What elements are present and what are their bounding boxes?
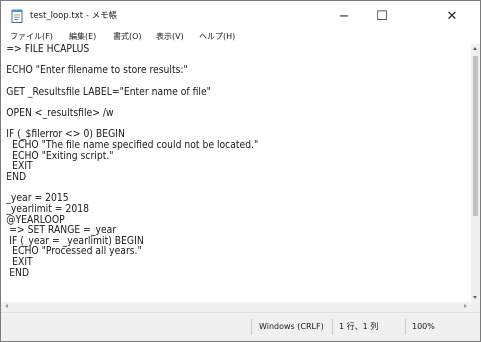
title-bar[interactable]: test_loop.txt - メモ帳 − ☐ ✕ [1, 1, 480, 31]
vertical-scrollbar[interactable] [471, 44, 480, 302]
scroll-right-icon[interactable] [464, 304, 467, 308]
editor-content[interactable]: => FILE HCAPLUS ECHO "Enter filename to … [1, 44, 415, 278]
minimize-icon: − [338, 8, 350, 24]
notepad-window: test_loop.txt - メモ帳 − ☐ ✕ ファイル(F) 編集(E) … [0, 0, 481, 342]
notepad-icon [11, 9, 23, 23]
status-divider [251, 319, 252, 335]
scroll-down-icon[interactable] [473, 296, 477, 299]
close-icon: ✕ [446, 8, 458, 24]
menu-view[interactable]: 表示(V) [156, 31, 184, 42]
status-bar: Windows (CRLF) 1 行、1 列 100% [1, 312, 480, 341]
scroll-up-icon[interactable] [473, 47, 477, 50]
scrollbar-corner [471, 302, 480, 312]
menu-format[interactable]: 書式(O) [113, 31, 142, 42]
status-encoding: Windows (CRLF) [259, 322, 324, 331]
maximize-button[interactable]: ☐ [363, 1, 401, 31]
status-position: 1 行、1 列 [339, 322, 379, 331]
horizontal-scrollbar[interactable] [1, 302, 471, 312]
menu-file[interactable]: ファイル(F) [10, 31, 53, 42]
window-title: test_loop.txt - メモ帳 [30, 11, 118, 21]
status-divider [405, 319, 406, 335]
vertical-scroll-thumb[interactable] [473, 56, 478, 216]
menu-edit[interactable]: 編集(E) [69, 31, 96, 42]
maximize-icon: ☐ [376, 8, 388, 24]
status-divider [332, 319, 333, 335]
status-zoom: 100% [412, 322, 435, 331]
close-button[interactable]: ✕ [433, 1, 471, 31]
menu-help[interactable]: ヘルプ(H) [199, 31, 235, 42]
scroll-left-icon[interactable] [5, 304, 8, 308]
minimize-button[interactable]: − [325, 1, 363, 31]
text-editor[interactable]: => FILE HCAPLUS ECHO "Enter filename to … [1, 44, 471, 302]
menu-bar: ファイル(F) 編集(E) 書式(O) 表示(V) ヘルプ(H) [1, 31, 480, 44]
